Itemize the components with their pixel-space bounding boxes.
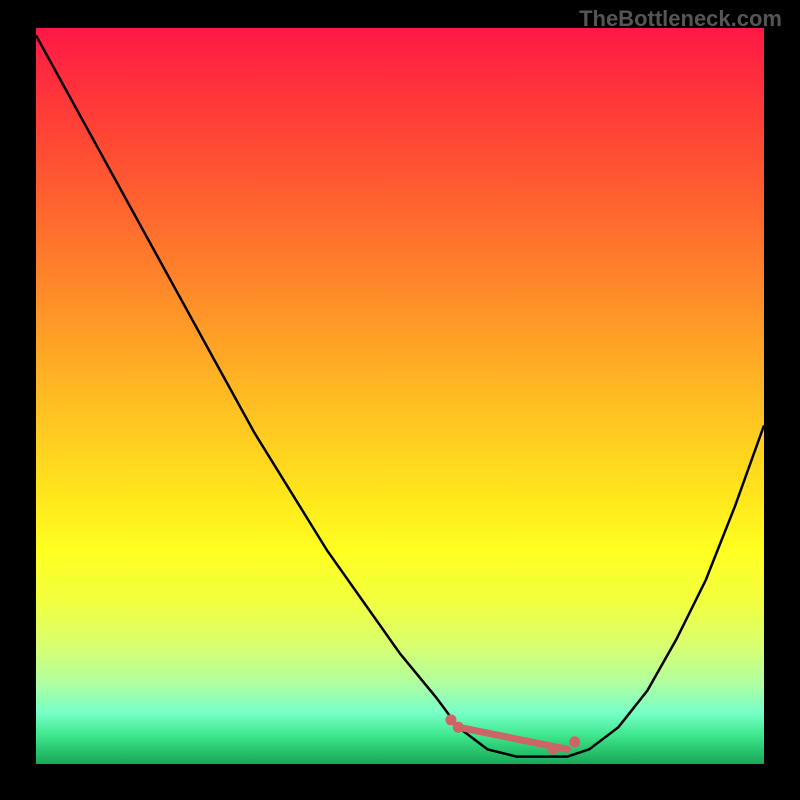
marker-dot — [547, 744, 558, 755]
curve-layer — [36, 28, 764, 764]
watermark-text: TheBottleneck.com — [579, 6, 782, 32]
chart-container: TheBottleneck.com — [0, 0, 800, 800]
bottleneck-curve — [36, 35, 764, 756]
marker-dot — [453, 722, 464, 733]
marker-dot — [569, 736, 580, 747]
plot-area — [36, 28, 764, 764]
